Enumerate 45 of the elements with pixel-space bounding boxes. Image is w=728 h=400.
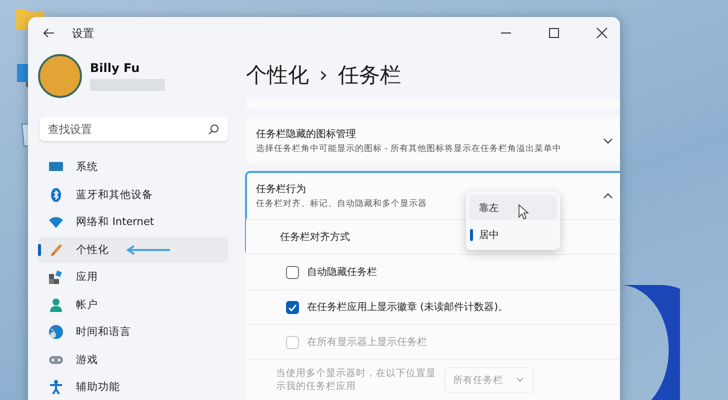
close-icon	[596, 27, 608, 39]
card-title: 任务栏隐藏的图标管理	[256, 128, 356, 140]
page-title: 任务栏	[338, 62, 401, 89]
apps-icon	[48, 269, 64, 285]
breadcrumb-separator: ›	[319, 62, 328, 88]
nav-item[interactable]: 蓝牙和其他设备	[38, 182, 228, 208]
nav-item[interactable]: 时间和语言	[38, 319, 228, 345]
checkbox-label: 在所有显示器上显示任务栏	[307, 336, 427, 349]
nav-item[interactable]: 个性化	[38, 236, 228, 262]
setting-label: 任务栏对齐方式	[280, 230, 350, 244]
checkbox-label: 在任务栏应用上显示徽章 (未读邮件计数器)。	[307, 300, 508, 314]
annotation-arrow	[124, 244, 172, 254]
dropdown-option[interactable]: 靠左	[469, 195, 557, 220]
setting-label: 当使用多个显示器时，在以下位置显示我的任务栏应用	[276, 366, 436, 394]
card-subtitle: 任务栏对齐、标记、自动隐藏和多个显示器	[256, 198, 427, 210]
mouse-cursor-icon	[518, 204, 530, 220]
globe-icon	[48, 324, 64, 340]
window-title: 设置	[72, 26, 94, 40]
brush-icon	[48, 242, 64, 258]
card-subtitle: 选择任务栏角中可能显示的图标 - 所有其他图标将显示在任务栏角溢出菜单中	[256, 142, 562, 154]
maximize-icon	[548, 27, 560, 39]
nav-item[interactable]: 帐户	[38, 292, 228, 318]
checkmark-icon	[288, 302, 297, 312]
search-field[interactable]: 查找设置	[40, 117, 228, 141]
breadcrumb-parent[interactable]: 个性化	[246, 61, 309, 89]
accessibility-icon	[48, 379, 64, 395]
person-icon	[48, 296, 64, 312]
settings-card[interactable]: 任务栏行为 任务栏对齐、标记、自动隐藏和多个显示器 任务栏对齐方式 靠左 居中	[246, 172, 620, 254]
card-title: 任务栏行为	[256, 182, 306, 196]
nav-item[interactable]: 应用	[38, 264, 228, 290]
checkbox[interactable]	[286, 300, 299, 314]
nav-item[interactable]: 辅助功能	[38, 374, 228, 400]
checkbox-label: 自动隐藏任务栏	[307, 266, 377, 279]
checkbox[interactable]	[286, 266, 299, 278]
avatar	[38, 54, 82, 98]
wifi-icon	[48, 214, 64, 230]
back-arrow-icon	[43, 27, 55, 39]
nav-item[interactable]: 游戏	[38, 346, 228, 372]
settings-card[interactable]: 任务栏隐藏的图标管理 选择任务栏角中可能显示的图标 - 所有其他图标将显示在任务栏角溢出菜单中	[246, 117, 620, 164]
bluetooth-icon	[48, 186, 64, 202]
nav-item[interactable]: 网络和 Internet	[38, 209, 228, 235]
nav-item[interactable]: 系统	[38, 154, 228, 180]
user-name: Billy Fu	[90, 61, 141, 75]
dropdown-option[interactable]: 居中	[469, 222, 557, 247]
search-icon	[208, 124, 219, 135]
